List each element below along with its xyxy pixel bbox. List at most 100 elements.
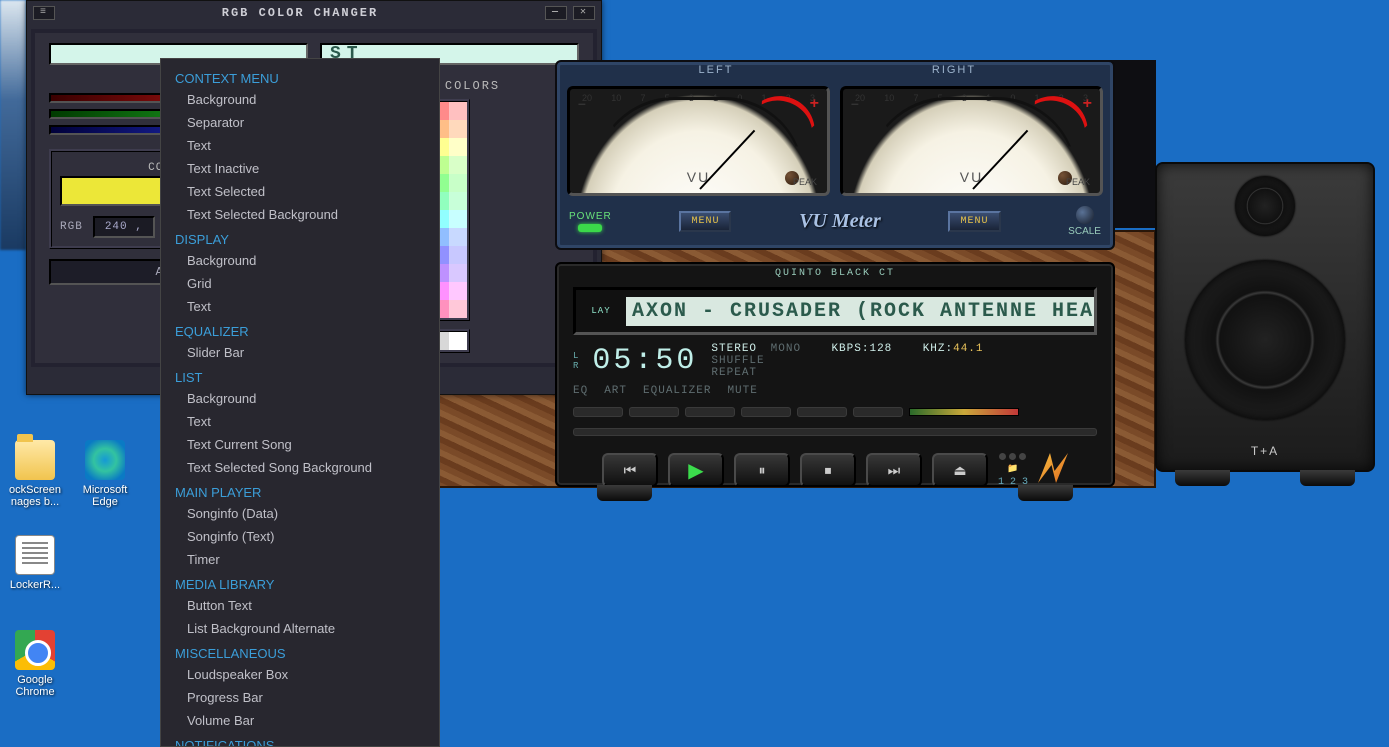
icon-label: ockScreen (9, 484, 61, 496)
color-swatch[interactable] (449, 282, 467, 300)
titlebar[interactable]: ≡ RGB COLOR CHANGER — ✕ (27, 1, 601, 25)
color-swatch[interactable] (449, 138, 467, 156)
transport-aux: 📁 1 2 3 (998, 453, 1028, 488)
kbps-label: KBPS: (831, 343, 869, 355)
color-swatch[interactable] (449, 210, 467, 228)
dropdown-item[interactable]: Loudspeaker Box (161, 663, 439, 686)
scale-knob-icon[interactable] (1076, 206, 1094, 224)
dropdown-category: MISCELLANEOUS (161, 640, 439, 663)
speaker-foot (1175, 470, 1230, 486)
dropdown-item[interactable]: Slider Bar (161, 341, 439, 364)
desktop-icon-text[interactable]: LockerR... (0, 535, 70, 591)
vu-scale-control[interactable]: SCALE (1068, 206, 1101, 237)
volume-bar[interactable] (909, 408, 1019, 416)
vu-left-label: LEFT (597, 64, 835, 82)
dropdown-item[interactable]: Background (161, 249, 439, 272)
dropdown-item[interactable]: Button Text (161, 594, 439, 617)
stop-button[interactable]: ⏹ (800, 453, 856, 487)
color-swatch[interactable] (449, 300, 467, 318)
vu-tick: 20 (582, 93, 592, 103)
vu-menu-button-right[interactable]: MENU (948, 211, 1000, 232)
scale-label: SCALE (1068, 226, 1101, 237)
dropdown-item[interactable]: Text (161, 410, 439, 433)
play-button[interactable]: ▶ (668, 453, 724, 487)
dropdown-item[interactable]: Text Selected Background (161, 203, 439, 226)
dropdown-item[interactable]: Text (161, 134, 439, 157)
dropdown-item[interactable]: List Background Alternate (161, 617, 439, 640)
dropdown-item[interactable]: Volume Bar (161, 709, 439, 732)
color-swatch[interactable] (449, 102, 467, 120)
dropdown-item[interactable]: Timer (161, 548, 439, 571)
seek-bar[interactable] (573, 428, 1097, 436)
vu-meter-window: LEFT RIGHT – + 201075310123 VU PEAK – + … (555, 60, 1115, 250)
pill-button[interactable] (629, 407, 679, 417)
dropdown-item[interactable]: Text Selected (161, 180, 439, 203)
toggle-eq[interactable]: EQ (573, 385, 588, 397)
pill-button[interactable] (573, 407, 623, 417)
color-swatch[interactable] (449, 228, 467, 246)
pill-button[interactable] (741, 407, 791, 417)
color-swatch[interactable] (449, 120, 467, 138)
dropdown-category: DISPLAY (161, 226, 439, 249)
minimize-button[interactable]: — (545, 6, 567, 20)
winamp-logo-icon[interactable] (1038, 453, 1068, 483)
dropdown-item[interactable]: Separator (161, 111, 439, 134)
element-selector-dropdown: CONTEXT MENUBackgroundSeparatorTextText … (160, 58, 440, 747)
icon-label: LockerR... (10, 579, 60, 591)
dropdown-category: EQUALIZER (161, 318, 439, 341)
eject-button[interactable]: ⏏ (932, 453, 988, 487)
rgb-label: RGB (60, 221, 83, 233)
dropdown-item[interactable]: Text Inactive (161, 157, 439, 180)
dropdown-category: NOTIFICATIONS (161, 732, 439, 747)
dropdown-item[interactable]: Background (161, 387, 439, 410)
toggle-equalizer[interactable]: EQUALIZER (643, 385, 711, 397)
chrome-icon (15, 630, 55, 670)
vu-right-label: RIGHT (835, 64, 1073, 82)
color-swatch[interactable] (449, 174, 467, 192)
gray-swatch[interactable] (449, 332, 467, 350)
vu-menu-button-left[interactable]: MENU (679, 211, 731, 232)
systemmenu-button[interactable]: ≡ (33, 6, 55, 20)
edge-icon (85, 440, 125, 480)
lcd-nowplaying: LAY AXON - CRUSADER (ROCK ANTENNE HEA (573, 287, 1097, 335)
pill-button[interactable] (797, 407, 847, 417)
window-title: RGB COLOR CHANGER (222, 6, 378, 20)
pill-button[interactable] (685, 407, 735, 417)
vu-meter-left: – + 201075310123 VU PEAK (567, 86, 830, 196)
dropdown-item[interactable]: Background (161, 88, 439, 111)
toggle-art[interactable]: ART (604, 385, 627, 397)
color-swatch[interactable] (449, 192, 467, 210)
desktop-icon-chrome[interactable]: Google Chrome (0, 630, 70, 698)
desktop-icon-edge[interactable]: Microsoft Edge (70, 440, 140, 508)
play-state-label: LAY (576, 306, 626, 316)
dropdown-item[interactable]: Text Current Song (161, 433, 439, 456)
desktop-icon-folder-1[interactable]: ockScreen nages b... (0, 440, 70, 508)
dropdown-category: MAIN PLAYER (161, 479, 439, 502)
power-label: POWER (569, 211, 612, 222)
progress-row (573, 405, 1097, 419)
toggle-mute[interactable]: MUTE (727, 385, 757, 397)
dropdown-item[interactable]: Grid (161, 272, 439, 295)
shuffle-label: SHUFFLE (711, 355, 764, 367)
color-swatch[interactable] (449, 156, 467, 174)
icon-label-2: Chrome (15, 686, 54, 698)
vu-power[interactable]: POWER (569, 211, 612, 232)
prev-button[interactable]: ⏮ (602, 453, 658, 487)
dropdown-item[interactable]: Text (161, 295, 439, 318)
dropdown-item[interactable]: Progress Bar (161, 686, 439, 709)
khz-value: 44.1 (953, 343, 983, 355)
next-button[interactable]: ⏭ (866, 453, 922, 487)
mono-label: MONO (771, 343, 801, 355)
dropdown-item[interactable]: Songinfo (Data) (161, 502, 439, 525)
icon-label: Microsoft (83, 484, 128, 496)
vu-peak-label: PEAK (793, 177, 817, 187)
color-swatch[interactable] (449, 264, 467, 282)
close-button[interactable]: ✕ (573, 6, 595, 20)
dropdown-item[interactable]: Text Selected Song Background (161, 456, 439, 479)
pause-button[interactable]: ⏸ (734, 453, 790, 487)
icon-label-2: Edge (92, 496, 118, 508)
dropdown-item[interactable]: Songinfo (Text) (161, 525, 439, 548)
pill-button[interactable] (853, 407, 903, 417)
dropdown-category: CONTEXT MENU (161, 65, 439, 88)
color-swatch[interactable] (449, 246, 467, 264)
